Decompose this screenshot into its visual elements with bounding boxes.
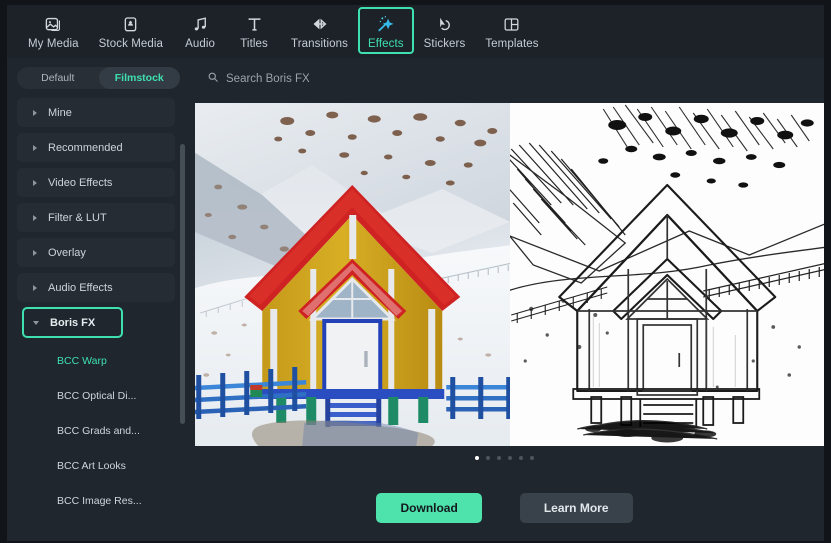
chevron-right-icon <box>33 179 37 186</box>
effects-sidebar: Default Filmstock Mine Recommended Video… <box>7 58 185 541</box>
subitem-bcc-optical-diffusion[interactable]: BCC Optical Di... <box>7 378 185 413</box>
chevron-right-icon <box>33 109 37 116</box>
subitem-label: BCC Art Looks <box>57 459 126 472</box>
carousel-dot[interactable] <box>497 456 501 460</box>
category-label: Recommended <box>48 141 123 154</box>
source-segmented-control: Default Filmstock <box>17 67 180 89</box>
subitem-bcc-warp[interactable]: BCC Warp <box>7 343 185 378</box>
subitem-label: BCC Image Res... <box>57 494 142 507</box>
toolbar-item-label: Transitions <box>291 38 348 50</box>
category-row-video-effects[interactable]: Video Effects <box>17 168 175 197</box>
window-frame: My Media Stock Media Audio Titles Transi… <box>7 5 824 541</box>
toolbar-item-label: Audio <box>185 38 215 50</box>
toolbar-item-effects[interactable]: Effects <box>357 7 414 54</box>
segment-default[interactable]: Default <box>17 67 99 89</box>
media-image-icon <box>44 13 63 35</box>
toolbar-item-stock-media[interactable]: Stock Media <box>89 7 173 54</box>
category-row-recommended[interactable]: Recommended <box>17 133 175 162</box>
app-root: My Media Stock Media Audio Titles Transi… <box>0 0 831 543</box>
toolbar-item-label: Stock Media <box>98 38 164 50</box>
category-row-audio-effects[interactable]: Audio Effects <box>17 273 175 302</box>
carousel-dots <box>185 456 824 460</box>
toolbar-item-templates[interactable]: Templates <box>475 7 548 54</box>
category-list: Mine Recommended Video Effects Filter & … <box>7 98 185 541</box>
toolbar-item-titles[interactable]: Titles <box>227 7 281 54</box>
search-input[interactable]: Search Boris FX <box>207 68 310 90</box>
sketch-effect-image <box>509 103 824 446</box>
carousel-dot[interactable] <box>508 456 512 460</box>
effects-content: Search Boris FX Download Learn More <box>185 58 824 541</box>
text-t-icon <box>245 13 264 35</box>
effect-preview[interactable] <box>195 103 824 446</box>
carousel-dot[interactable] <box>519 456 523 460</box>
subitem-bcc-art-looks[interactable]: BCC Art Looks <box>7 448 185 483</box>
magic-wand-icon <box>376 13 396 35</box>
toolbar-item-label: My Media <box>28 38 79 50</box>
search-icon <box>207 70 219 88</box>
carousel-dot[interactable] <box>530 456 534 460</box>
toolbar-item-stickers[interactable]: Stickers <box>414 7 476 54</box>
carousel-dot[interactable] <box>486 456 490 460</box>
subitem-label: BCC Optical Di... <box>57 389 137 402</box>
category-row-overlay[interactable]: Overlay <box>17 238 175 267</box>
carousel-dot[interactable] <box>475 456 479 460</box>
preview-original <box>195 103 510 446</box>
chevron-right-icon <box>33 144 37 151</box>
category-label: Mine <box>48 106 72 119</box>
segment-filmstock[interactable]: Filmstock <box>98 67 180 89</box>
segment-label: Default <box>41 72 75 84</box>
chevron-right-icon <box>33 284 37 291</box>
main-toolbar: My Media Stock Media Audio Titles Transi… <box>7 5 824 58</box>
toolbar-item-transitions[interactable]: Transitions <box>281 7 358 54</box>
search-placeholder: Search Boris FX <box>226 73 310 85</box>
download-button[interactable]: Download <box>376 493 482 523</box>
toolbar-item-my-media[interactable]: My Media <box>18 7 89 54</box>
panel-body: Default Filmstock Mine Recommended Video… <box>7 58 824 541</box>
learn-more-button-label: Learn More <box>543 501 609 515</box>
learn-more-button[interactable]: Learn More <box>519 493 633 523</box>
chevron-down-icon <box>33 320 39 325</box>
action-buttons: Download Learn More <box>185 493 824 523</box>
toolbar-item-label: Effects <box>367 38 404 50</box>
category-row-mine[interactable]: Mine <box>17 98 175 127</box>
toolbar-item-audio[interactable]: Audio <box>173 7 227 54</box>
templates-grid-icon <box>502 13 521 35</box>
category-label: Video Effects <box>48 176 113 189</box>
segment-label: Filmstock <box>114 72 164 84</box>
music-note-icon <box>191 13 210 35</box>
sticker-icon <box>435 13 454 35</box>
category-row-boris-fx[interactable]: Boris FX <box>17 307 175 338</box>
category-label: Filter & LUT <box>48 211 107 224</box>
chevron-right-icon <box>33 214 37 221</box>
transition-arrows-icon <box>310 13 330 35</box>
subitem-bcc-image-restoration[interactable]: BCC Image Res... <box>7 483 185 518</box>
toolbar-item-label: Stickers <box>423 38 466 50</box>
subitem-bcc-grads-and[interactable]: BCC Grads and... <box>7 413 185 448</box>
subitem-label: BCC Warp <box>57 354 107 367</box>
category-row-filter-lut[interactable]: Filter & LUT <box>17 203 175 232</box>
chevron-right-icon <box>33 249 37 256</box>
toolbar-item-label: Templates <box>485 38 539 50</box>
category-label: Overlay <box>48 246 86 259</box>
stock-cloud-icon <box>121 13 140 35</box>
category-label: Boris FX <box>50 316 96 329</box>
download-button-label: Download <box>400 501 458 515</box>
original-photo-image <box>195 103 510 446</box>
preview-effect-applied <box>509 103 824 446</box>
category-label: Audio Effects <box>48 281 113 294</box>
toolbar-item-label: Titles <box>240 38 268 50</box>
subitem-label: BCC Grads and... <box>57 424 140 437</box>
